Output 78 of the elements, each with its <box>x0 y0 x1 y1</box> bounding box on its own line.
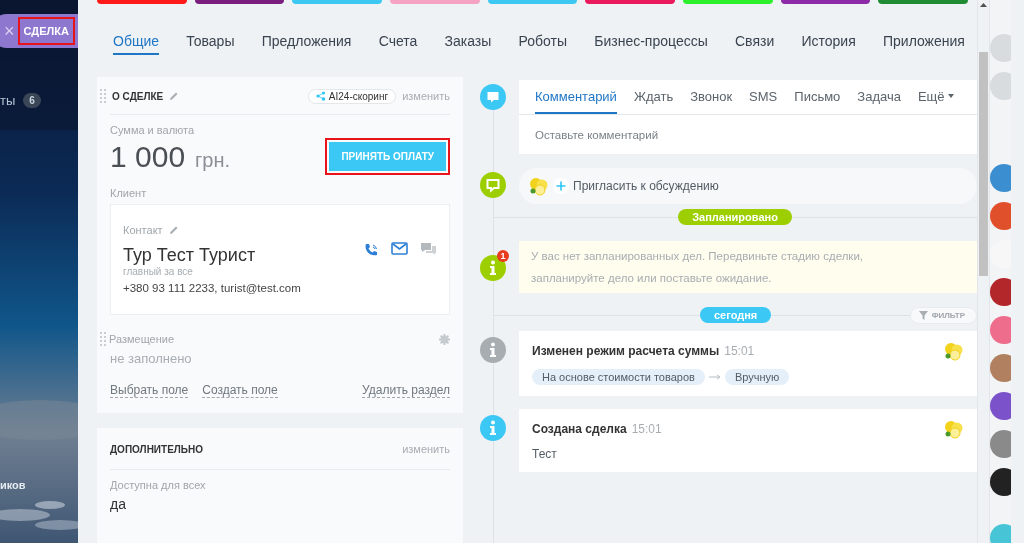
field-value: не заполнено <box>110 351 193 366</box>
event-time: 15:01 <box>724 344 755 358</box>
tab[interactable]: Общие <box>113 30 160 55</box>
tab[interactable]: Приложения <box>882 30 965 55</box>
value-tag: Вручную <box>724 369 790 385</box>
contact-details: +380 93 111 2233, turist@test.com <box>123 282 302 294</box>
drag-handle-icon[interactable] <box>100 332 106 346</box>
field-label: Клиент <box>110 187 148 199</box>
tab[interactable]: Бизнес-процессы <box>594 30 708 55</box>
composer-tab[interactable]: Звонок <box>690 80 733 114</box>
drag-handle-icon[interactable] <box>100 89 106 103</box>
arrow-icon <box>708 374 721 380</box>
field-label: Сумма и валюта <box>110 124 196 136</box>
event-title: Изменен режим расчета суммы <box>532 344 720 358</box>
chat-icon[interactable] <box>420 242 437 257</box>
notification-badge: 1 <box>497 250 509 262</box>
section-title: ДОПОЛНИТЕЛЬНО <box>110 443 204 455</box>
delete-link[interactable]: Удалить раздел <box>362 383 450 398</box>
amount-value: 1 000 <box>110 139 186 173</box>
contact-name[interactable]: Тур Тест Турист <box>123 245 363 266</box>
tab[interactable]: История <box>801 30 856 55</box>
event-time: 15:01 <box>631 422 662 436</box>
composer-tab[interactable]: Задача <box>857 80 901 114</box>
event-text: Тест <box>532 447 558 461</box>
plus-icon[interactable] <box>553 178 569 194</box>
info-icon <box>480 255 506 281</box>
action-link[interactable]: Выбрать поле <box>110 383 189 398</box>
caret-icon <box>947 94 954 98</box>
deal-label[interactable]: СДЕЛКА <box>17 17 75 45</box>
planned-badge: Запланировано <box>678 209 792 225</box>
menu-item[interactable]: иков <box>0 479 26 491</box>
composer-tab[interactable]: SMS <box>749 80 778 114</box>
section-title: О СДЕЛКЕ <box>112 90 164 102</box>
stage-bar[interactable] <box>780 0 871 4</box>
deal-tab[interactable]: × СДЕЛКА <box>0 14 78 48</box>
lemon-icon <box>944 341 964 361</box>
pencil-icon[interactable] <box>168 225 179 235</box>
avatar[interactable] <box>990 468 1011 496</box>
field-label: Доступна для всех <box>110 479 207 491</box>
tab[interactable]: Счета <box>378 30 418 55</box>
scroll-up-icon[interactable] <box>978 0 989 8</box>
lemon-icon <box>944 419 964 439</box>
scrollbar-thumb[interactable] <box>979 52 988 276</box>
pencil-icon[interactable] <box>169 91 180 101</box>
tab[interactable]: Связи <box>735 30 775 55</box>
filter-icon <box>918 310 928 320</box>
field-label: Контакт <box>123 224 163 236</box>
info-icon <box>480 337 506 363</box>
composer-tab[interactable]: Комментарий <box>535 80 617 114</box>
contact-role: главный за все <box>123 266 194 277</box>
invite-button[interactable]: Пригласить к обсуждению <box>519 168 977 204</box>
tab[interactable]: Предложения <box>261 30 352 55</box>
comment-icon <box>480 84 506 110</box>
tab[interactable]: Заказы <box>444 30 492 55</box>
field-label: Размещение <box>109 333 175 345</box>
event-title: Создана сделка <box>532 422 627 436</box>
composer-tab[interactable]: Ещё <box>917 80 954 114</box>
notice-text: У вас нет запланированных дел. Передвиньте стадию сделки, запланируйте дело или поставьте ожидание. <box>519 241 977 293</box>
composer-tab[interactable]: Письмо <box>794 80 841 114</box>
menu-item[interactable]: ты <box>0 93 16 108</box>
phone-icon[interactable] <box>363 242 379 258</box>
value-tag: На основе стоимости товаров <box>532 369 705 385</box>
chat-icon <box>480 172 506 198</box>
action-link[interactable]: Создать поле <box>202 383 278 398</box>
lemon-icon <box>529 176 549 196</box>
field-value: да <box>110 496 127 512</box>
composer-tab[interactable]: Ждать <box>633 80 674 114</box>
network-icon <box>315 91 326 101</box>
info-icon <box>480 415 506 441</box>
mail-icon[interactable] <box>391 242 408 255</box>
today-badge: сегодня <box>700 307 772 323</box>
tab[interactable]: Роботы <box>518 30 568 55</box>
comment-field[interactable]: Оставьте комментарий <box>519 115 977 154</box>
stage-bar[interactable] <box>194 0 285 4</box>
tab[interactable]: Товары <box>186 30 235 55</box>
currency-label: грн. <box>195 148 231 171</box>
scoring-chip[interactable]: AI24-скоринг <box>307 88 397 104</box>
gear-icon[interactable] <box>439 333 450 345</box>
